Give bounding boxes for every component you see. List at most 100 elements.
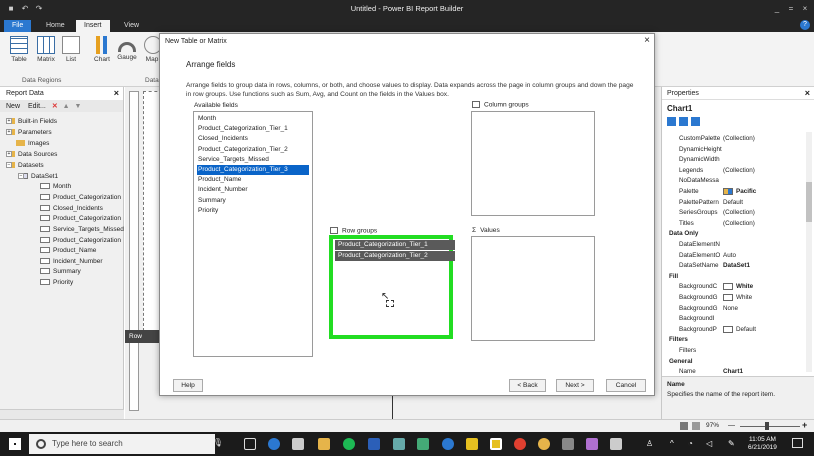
chart-button[interactable]: Chart — [92, 36, 112, 63]
field-item[interactable]: Product_Categorization — [40, 194, 121, 201]
field-item[interactable]: Month — [40, 183, 71, 190]
help-icon[interactable]: ? — [800, 20, 810, 30]
vertical-scrollbar[interactable] — [806, 132, 812, 372]
help-button[interactable]: Help — [173, 379, 203, 392]
property-value[interactable]: (Collection) — [723, 209, 755, 216]
row-group-item[interactable]: Product_Categorization_Tier_2 — [335, 251, 455, 261]
field-item[interactable]: Service_Targets_Missed — [40, 226, 124, 233]
property-value[interactable]: White — [723, 283, 753, 291]
row-groups-box[interactable]: Product_Categorization_Tier_1 Product_Ca… — [329, 235, 455, 339]
next-button[interactable]: Next > — [556, 379, 594, 392]
field-item[interactable]: Incident_Number — [40, 258, 103, 265]
property-row[interactable]: BackgroundG White — [667, 294, 805, 304]
zoom-in-button[interactable]: + — [802, 420, 807, 430]
property-row[interactable]: DynamicWidth — [667, 156, 805, 166]
available-field-item[interactable]: Incident_Number — [197, 185, 309, 195]
tab-home[interactable]: Home — [38, 20, 73, 32]
property-value[interactable]: Default — [723, 325, 756, 333]
close-icon[interactable]: × — [800, 4, 810, 14]
tree-item-datasets[interactable]: − Datasets — [6, 162, 44, 169]
tree-item-dataset1[interactable]: − DataSet1 — [18, 173, 58, 180]
field-item[interactable]: Product_Categorization — [40, 237, 121, 244]
power-bi-icon[interactable] — [466, 438, 478, 450]
property-value[interactable]: (Collection) — [723, 220, 755, 227]
new-button[interactable]: New — [6, 103, 20, 110]
people-icon[interactable]: ♙ — [646, 439, 653, 448]
property-row[interactable]: NoDataMessa — [667, 177, 805, 187]
delete-icon[interactable]: ✕ — [52, 103, 58, 110]
tree-item-parameters[interactable]: + Parameters — [6, 129, 52, 136]
available-fields-list[interactable]: Month Product_Categorization_Tier_1 Closed… — [193, 111, 313, 357]
app-icon[interactable] — [393, 438, 405, 450]
table-button[interactable]: Table — [8, 36, 30, 63]
property-row[interactable]: PalettePattern Default — [667, 199, 805, 209]
horizontal-scrollbar[interactable] — [0, 409, 124, 419]
mail-icon[interactable] — [292, 438, 304, 450]
property-row[interactable]: DataElementO Auto — [667, 252, 805, 262]
layout-view-icon[interactable] — [692, 422, 700, 430]
property-category[interactable]: ⌄Filters — [667, 336, 805, 346]
property-category[interactable]: ⌄Fill — [667, 273, 805, 283]
available-field-item[interactable]: Summary — [197, 196, 309, 206]
alphabetical-icon[interactable] — [679, 117, 688, 126]
close-icon[interactable]: × — [114, 88, 119, 98]
property-row[interactable]: Titles (Collection) — [667, 220, 805, 230]
property-value[interactable]: Pacific — [723, 188, 756, 195]
field-item[interactable]: Product_Categorization — [40, 215, 121, 222]
list-button[interactable]: List — [62, 36, 80, 63]
property-row[interactable]: Legends (Collection) — [667, 167, 805, 177]
chevron-up-icon[interactable]: ^ — [670, 439, 674, 448]
field-item[interactable]: Closed_Incidents — [40, 205, 103, 212]
tab-file[interactable]: File — [4, 20, 32, 32]
app-icon[interactable] — [417, 438, 429, 450]
move-down-icon[interactable]: ▼ — [75, 103, 82, 110]
app-icon[interactable] — [562, 438, 574, 450]
property-value[interactable]: Default — [723, 199, 743, 206]
row-group-item[interactable]: Product_Categorization_Tier_1 — [335, 240, 455, 250]
property-category[interactable]: ⌄General — [667, 358, 805, 368]
tab-view[interactable]: View — [116, 20, 147, 32]
categorized-icon[interactable] — [667, 117, 676, 126]
network-icon[interactable]: ◔ — [688, 439, 693, 448]
available-field-item[interactable]: Product_Name — [197, 175, 309, 185]
windows-start-icon[interactable] — [9, 438, 21, 450]
zoom-out-button[interactable]: — — [728, 422, 735, 429]
property-value[interactable]: Auto — [723, 252, 736, 259]
property-row[interactable]: BackgroundI — [667, 315, 805, 325]
edit-button[interactable]: Edit... — [28, 103, 46, 110]
notifications-icon[interactable] — [792, 438, 803, 448]
matrix-button[interactable]: Matrix — [34, 36, 58, 63]
property-value[interactable]: (Collection) — [723, 135, 755, 142]
property-pages-icon[interactable] — [691, 117, 700, 126]
report-builder-icon[interactable] — [490, 438, 502, 450]
property-row[interactable]: Filters — [667, 347, 805, 357]
microphone-icon[interactable]: 🎙 — [213, 438, 223, 447]
available-field-item[interactable]: Product_Categorization_Tier_2 — [197, 145, 309, 155]
tab-insert[interactable]: Insert — [76, 20, 110, 32]
tree-item-images[interactable]: Images — [16, 140, 49, 147]
minimize-icon[interactable]: _ — [772, 4, 782, 14]
map-button[interactable]: Map — [144, 36, 162, 63]
close-icon[interactable]: × — [805, 88, 810, 98]
file-explorer-icon[interactable] — [318, 438, 330, 450]
gauge-button[interactable]: Gauge — [116, 36, 138, 61]
field-item[interactable]: Summary — [40, 268, 81, 275]
property-value[interactable]: (Collection) — [723, 167, 755, 174]
edge-icon[interactable] — [268, 438, 280, 450]
available-field-item[interactable]: Month — [197, 114, 309, 124]
property-row[interactable]: DataElementN — [667, 241, 805, 251]
available-field-item[interactable]: Product_Categorization_Tier_1 — [197, 124, 309, 134]
close-icon[interactable]: × — [644, 35, 650, 46]
property-row[interactable]: CustomPalette (Collection) — [667, 135, 805, 145]
restore-icon[interactable]: = — [786, 4, 796, 14]
property-value[interactable]: White — [723, 294, 752, 301]
values-box[interactable] — [471, 236, 595, 341]
available-field-item[interactable]: Closed_Incidents — [197, 134, 309, 144]
property-row[interactable]: DynamicHeight — [667, 146, 805, 156]
cancel-button[interactable]: Cancel — [606, 379, 646, 392]
property-category[interactable]: ⌄Data Only — [667, 230, 805, 240]
chrome-icon[interactable] — [514, 438, 526, 450]
spotify-icon[interactable] — [343, 438, 355, 450]
available-field-item[interactable]: Service_Targets_Missed — [197, 155, 309, 165]
back-button[interactable]: < Back — [509, 379, 546, 392]
